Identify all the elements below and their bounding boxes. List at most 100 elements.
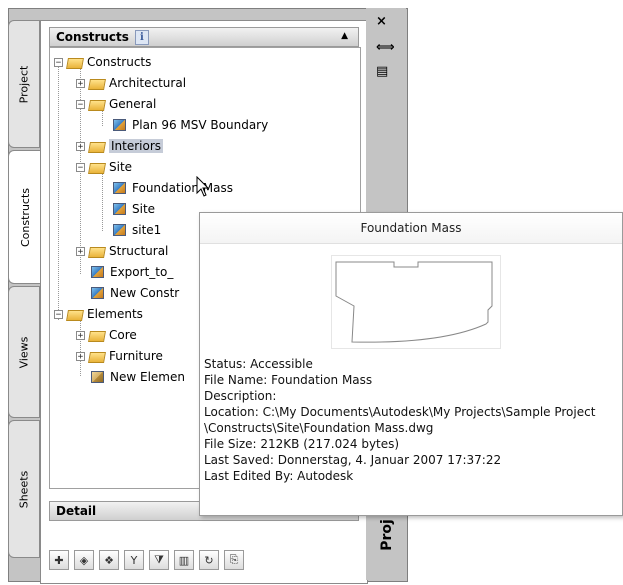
tree-node-label: Architectural <box>109 76 187 90</box>
tab-project-label: Project <box>17 65 31 103</box>
constructs-section-header[interactable]: Constructs i ▲ <box>49 27 359 47</box>
expand-icon[interactable]: + <box>76 246 85 256</box>
folder-icon <box>89 77 105 90</box>
expand-icon[interactable]: + <box>76 330 85 340</box>
tree-node-label: Structural <box>109 244 169 258</box>
tree-node-label: Interiors <box>109 139 164 153</box>
properties-icon[interactable]: ▤ <box>376 64 388 79</box>
repath-icon[interactable]: ⎘ <box>224 550 244 570</box>
tree-node-label: Constructs <box>87 55 152 69</box>
tab-views-label: Views <box>17 336 31 368</box>
collapse-icon[interactable]: − <box>76 99 85 109</box>
collapse-icon[interactable]: − <box>76 162 85 172</box>
tree-node-label: Export_to_ <box>110 265 174 279</box>
tree-node-label: General <box>109 97 157 111</box>
constructs-title: Constructs <box>56 30 129 44</box>
filter-icon[interactable]: ⧩ <box>149 550 169 570</box>
tree-node-site-construct[interactable]: Site <box>112 200 155 218</box>
tree-node-label: Site <box>109 160 133 174</box>
folder-icon <box>89 329 105 342</box>
tab-sheets-label: Sheets <box>17 470 31 508</box>
tree-node-new-element[interactable]: New Elemen <box>90 368 185 386</box>
tab-project[interactable]: Project <box>8 20 40 148</box>
tree-node-elements[interactable]: − Elements <box>54 305 143 323</box>
tree-node-general[interactable]: − General <box>76 95 156 113</box>
tree-node-label: Site <box>132 202 156 216</box>
tree-node-label: site1 <box>132 223 162 237</box>
collapse-icon[interactable]: − <box>54 309 63 319</box>
construct-icon <box>112 181 128 195</box>
tree-node-new-construct[interactable]: New Constr <box>90 284 179 302</box>
collapse-up-icon[interactable]: ▲ <box>341 31 348 41</box>
copy-construct-icon[interactable]: ❖ <box>99 550 119 570</box>
construct-icon <box>90 265 106 279</box>
expand-icon[interactable]: + <box>76 141 85 151</box>
tree-node-label: New Constr <box>110 286 180 300</box>
tree-node-label: Elements <box>87 307 143 321</box>
item-tooltip: Foundation Mass Status: Accessible File … <box>199 212 623 516</box>
construct-icon <box>112 223 128 237</box>
tree-node-label: Foundation Mass <box>132 181 234 195</box>
tree-node-interiors[interactable]: + Interiors <box>76 137 164 155</box>
tab-sheets[interactable]: Sheets <box>8 420 40 558</box>
tooltip-description: Description: <box>204 389 277 403</box>
xref-icon[interactable]: Y <box>124 550 144 570</box>
tooltip-status: Status: Accessible <box>204 357 313 371</box>
tree-node-label: Plan 96 MSV Boundary <box>132 118 269 132</box>
tooltip-preview-thumbnail <box>331 255 501 349</box>
autohide-icon[interactable]: ⟺ <box>376 40 395 55</box>
tree-node-label: Core <box>109 328 137 342</box>
tab-constructs-label: Constructs <box>18 187 32 247</box>
tree-node-site1[interactable]: site1 <box>112 221 161 239</box>
constructs-toolbar: ✚ ◈ ❖ Y ⧩ ▥ ↻ ⎘ <box>49 547 289 573</box>
project-properties-label[interactable]: Proj <box>372 515 402 555</box>
tree-line <box>102 167 103 231</box>
collapse-icon[interactable]: − <box>54 57 63 67</box>
folder-icon <box>89 98 105 111</box>
tree-node-furniture[interactable]: + Furniture <box>76 347 163 365</box>
close-icon[interactable]: × <box>376 14 387 29</box>
add-construct-icon[interactable]: ✚ <box>49 550 69 570</box>
foundation-preview-drawing <box>335 261 493 343</box>
tree-node-core[interactable]: + Core <box>76 326 137 344</box>
info-icon[interactable]: i <box>134 29 149 45</box>
tab-views[interactable]: Views <box>8 286 40 418</box>
folder-icon <box>89 245 105 258</box>
tree-node-site-folder[interactable]: − Site <box>76 158 132 176</box>
detail-title: Detail <box>56 504 97 518</box>
tooltip-title: Foundation Mass <box>200 213 622 244</box>
refresh-icon[interactable]: ↻ <box>199 550 219 570</box>
add-element-icon[interactable]: ◈ <box>74 550 94 570</box>
tooltip-last-saved: Last Saved: Donnerstag, 4. Januar 2007 1… <box>204 453 502 467</box>
tab-constructs[interactable]: Constructs <box>8 150 41 284</box>
tree-node-export-to[interactable]: Export_to_ <box>90 263 173 281</box>
folder-icon <box>89 350 105 363</box>
tree-node-label: Furniture <box>109 349 163 363</box>
construct-icon <box>112 202 128 216</box>
folder-icon <box>67 308 83 321</box>
tree-line <box>58 62 59 320</box>
tooltip-location-cont: \Constructs\Site\Foundation Mass.dwg <box>204 421 434 435</box>
mouse-cursor-icon <box>196 176 210 197</box>
tooltip-file-name: File Name: Foundation Mass <box>204 373 373 387</box>
tree-node-architectural[interactable]: + Architectural <box>76 74 186 92</box>
project-properties-text: Proj <box>379 519 395 551</box>
tooltip-details: Status: Accessible File Name: Foundation… <box>204 356 595 484</box>
tree-node-constructs[interactable]: − Constructs <box>54 53 151 71</box>
tree-node-plan-96-msv-boundary[interactable]: Plan 96 MSV Boundary <box>112 116 268 134</box>
tree-node-foundation-mass[interactable]: Foundation Mass <box>112 179 233 197</box>
construct-icon <box>112 118 128 132</box>
folder-icon <box>89 140 105 153</box>
folder-icon <box>89 161 105 174</box>
construct-icon <box>90 286 106 300</box>
folder-icon <box>67 56 83 69</box>
tooltip-last-edited: Last Edited By: Autodesk <box>204 469 354 483</box>
tree-node-label: New Elemen <box>110 370 185 384</box>
element-icon <box>90 370 106 384</box>
columns-icon[interactable]: ▥ <box>174 550 194 570</box>
expand-icon[interactable]: + <box>76 78 85 88</box>
tooltip-file-size: File Size: 212KB (217.024 bytes) <box>204 437 400 451</box>
expand-icon[interactable]: + <box>76 351 85 361</box>
tooltip-location: Location: C:\My Documents\Autodesk\My Pr… <box>204 405 596 419</box>
tree-node-structural[interactable]: + Structural <box>76 242 168 260</box>
